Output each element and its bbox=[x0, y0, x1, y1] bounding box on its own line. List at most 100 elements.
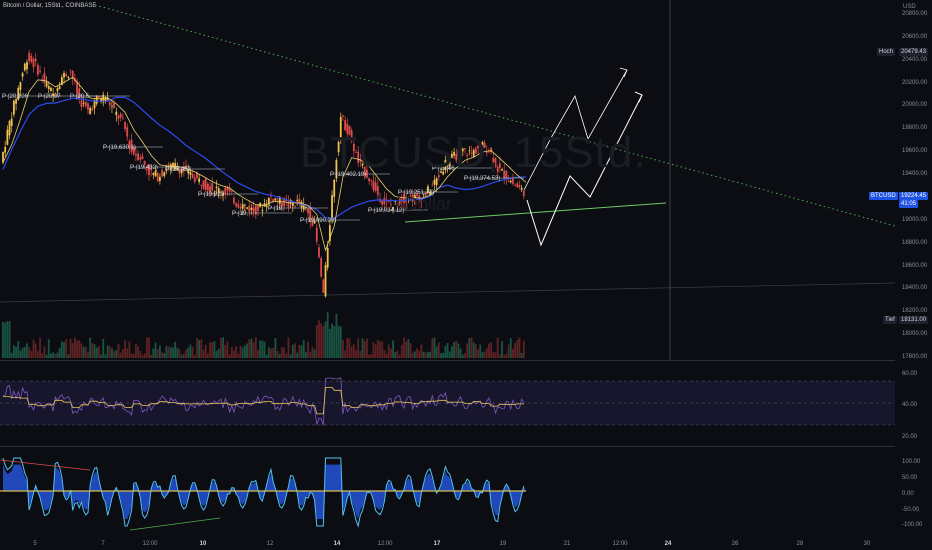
volume-bar bbox=[448, 351, 451, 358]
volume-bar bbox=[311, 346, 314, 358]
volume-bar bbox=[76, 340, 78, 358]
volume-bar bbox=[60, 341, 63, 358]
volume-bar bbox=[84, 346, 87, 358]
volume-bar bbox=[389, 348, 392, 358]
candle bbox=[119, 113, 122, 118]
candle bbox=[431, 184, 434, 186]
volume-bar bbox=[318, 320, 320, 358]
volume-bar bbox=[257, 349, 259, 358]
candle bbox=[87, 103, 89, 110]
price-tick-label: 20600.00 bbox=[902, 33, 928, 40]
volume-bar bbox=[442, 353, 445, 358]
time-tick-label: 28 bbox=[797, 541, 804, 547]
volume-bar bbox=[230, 347, 233, 358]
volume-bar bbox=[12, 345, 15, 358]
volume-bar bbox=[54, 353, 57, 358]
volume-bar bbox=[23, 346, 26, 358]
volume-bar bbox=[307, 341, 309, 358]
candle bbox=[63, 72, 65, 78]
volume-bar bbox=[337, 325, 340, 358]
volume-bar bbox=[483, 351, 486, 358]
chart-canvas[interactable]: P (20,106 P (20,07 P (20,5 P (19,630.1) P (1… bbox=[0, 0, 932, 550]
candle bbox=[111, 106, 113, 107]
price-tick-label: 20000.00 bbox=[902, 102, 928, 109]
candle bbox=[30, 55, 33, 62]
volume-bar bbox=[224, 344, 227, 358]
oscillator-tick-label: 0.00 bbox=[902, 491, 914, 497]
candle bbox=[21, 73, 24, 77]
volume-bar bbox=[252, 342, 255, 358]
volume-bar bbox=[165, 345, 168, 358]
candle bbox=[65, 74, 68, 77]
volume-bar bbox=[161, 352, 163, 358]
volume-bar bbox=[167, 346, 170, 358]
volume-bar bbox=[180, 354, 183, 358]
volume-bar bbox=[26, 343, 28, 358]
volume-bar bbox=[420, 344, 423, 358]
price-tick-label: 18200.00 bbox=[902, 308, 928, 315]
candle bbox=[324, 265, 327, 297]
volume-bar bbox=[52, 352, 55, 358]
candle bbox=[326, 247, 329, 268]
volume-bar bbox=[431, 338, 434, 358]
currency-label: USD bbox=[903, 4, 916, 10]
candle bbox=[211, 183, 214, 191]
candle bbox=[215, 186, 218, 189]
volume-bar bbox=[407, 339, 410, 358]
candle bbox=[161, 169, 163, 177]
volume-bar bbox=[152, 348, 155, 358]
volume-bar bbox=[150, 354, 153, 358]
volume-bar bbox=[241, 347, 244, 358]
candle bbox=[331, 195, 333, 218]
price-tick-label: 20800.00 bbox=[902, 11, 928, 17]
candle bbox=[141, 156, 144, 159]
volume-bar bbox=[455, 340, 458, 358]
volume-bar bbox=[278, 353, 281, 358]
oscillator-divergence-line bbox=[129, 517, 221, 531]
volume-bar bbox=[2, 322, 4, 358]
volume-bar bbox=[10, 352, 13, 358]
volume-bar bbox=[503, 354, 506, 358]
volume-bar bbox=[89, 337, 92, 358]
candle bbox=[514, 185, 517, 187]
volume-bar bbox=[461, 354, 464, 358]
volume-bar bbox=[383, 350, 386, 358]
candle bbox=[58, 86, 61, 89]
volume-bar bbox=[518, 337, 521, 358]
volume-bar bbox=[8, 321, 11, 358]
volume-bar bbox=[6, 321, 9, 358]
chart-window: P (20,106 P (20,07 P (20,5 P (19,630.1) P (1… bbox=[0, 0, 932, 550]
low-label: Tief bbox=[883, 316, 897, 324]
last-countdown-tag: 41:05 bbox=[899, 200, 919, 208]
volume-bar bbox=[265, 354, 268, 358]
candle bbox=[370, 179, 373, 181]
time-tick-label: 12 bbox=[267, 541, 274, 547]
volume-bar bbox=[324, 321, 327, 358]
candle bbox=[368, 178, 370, 182]
volume-bar bbox=[427, 352, 429, 358]
candle bbox=[433, 179, 436, 185]
candle bbox=[239, 206, 242, 209]
candle bbox=[248, 205, 251, 212]
volume-bar bbox=[41, 353, 44, 358]
volume-bar bbox=[522, 340, 525, 358]
volume-bar bbox=[261, 340, 264, 358]
volume-bar bbox=[357, 338, 360, 358]
volume-bar bbox=[45, 354, 48, 358]
volume-bar bbox=[102, 338, 105, 358]
volume-bar bbox=[339, 326, 342, 358]
candle bbox=[200, 184, 203, 186]
volume-bar bbox=[43, 346, 46, 358]
volume-bar bbox=[270, 348, 272, 358]
candle bbox=[113, 102, 116, 109]
volume-bar bbox=[416, 348, 418, 358]
candle bbox=[250, 207, 253, 210]
candle bbox=[117, 115, 120, 119]
volume-bar bbox=[446, 343, 449, 358]
volume-bar bbox=[130, 353, 133, 358]
volume-bar bbox=[492, 352, 495, 358]
candle bbox=[124, 122, 126, 130]
candle bbox=[243, 204, 246, 206]
volume-bar bbox=[370, 354, 373, 358]
candle bbox=[69, 71, 72, 73]
